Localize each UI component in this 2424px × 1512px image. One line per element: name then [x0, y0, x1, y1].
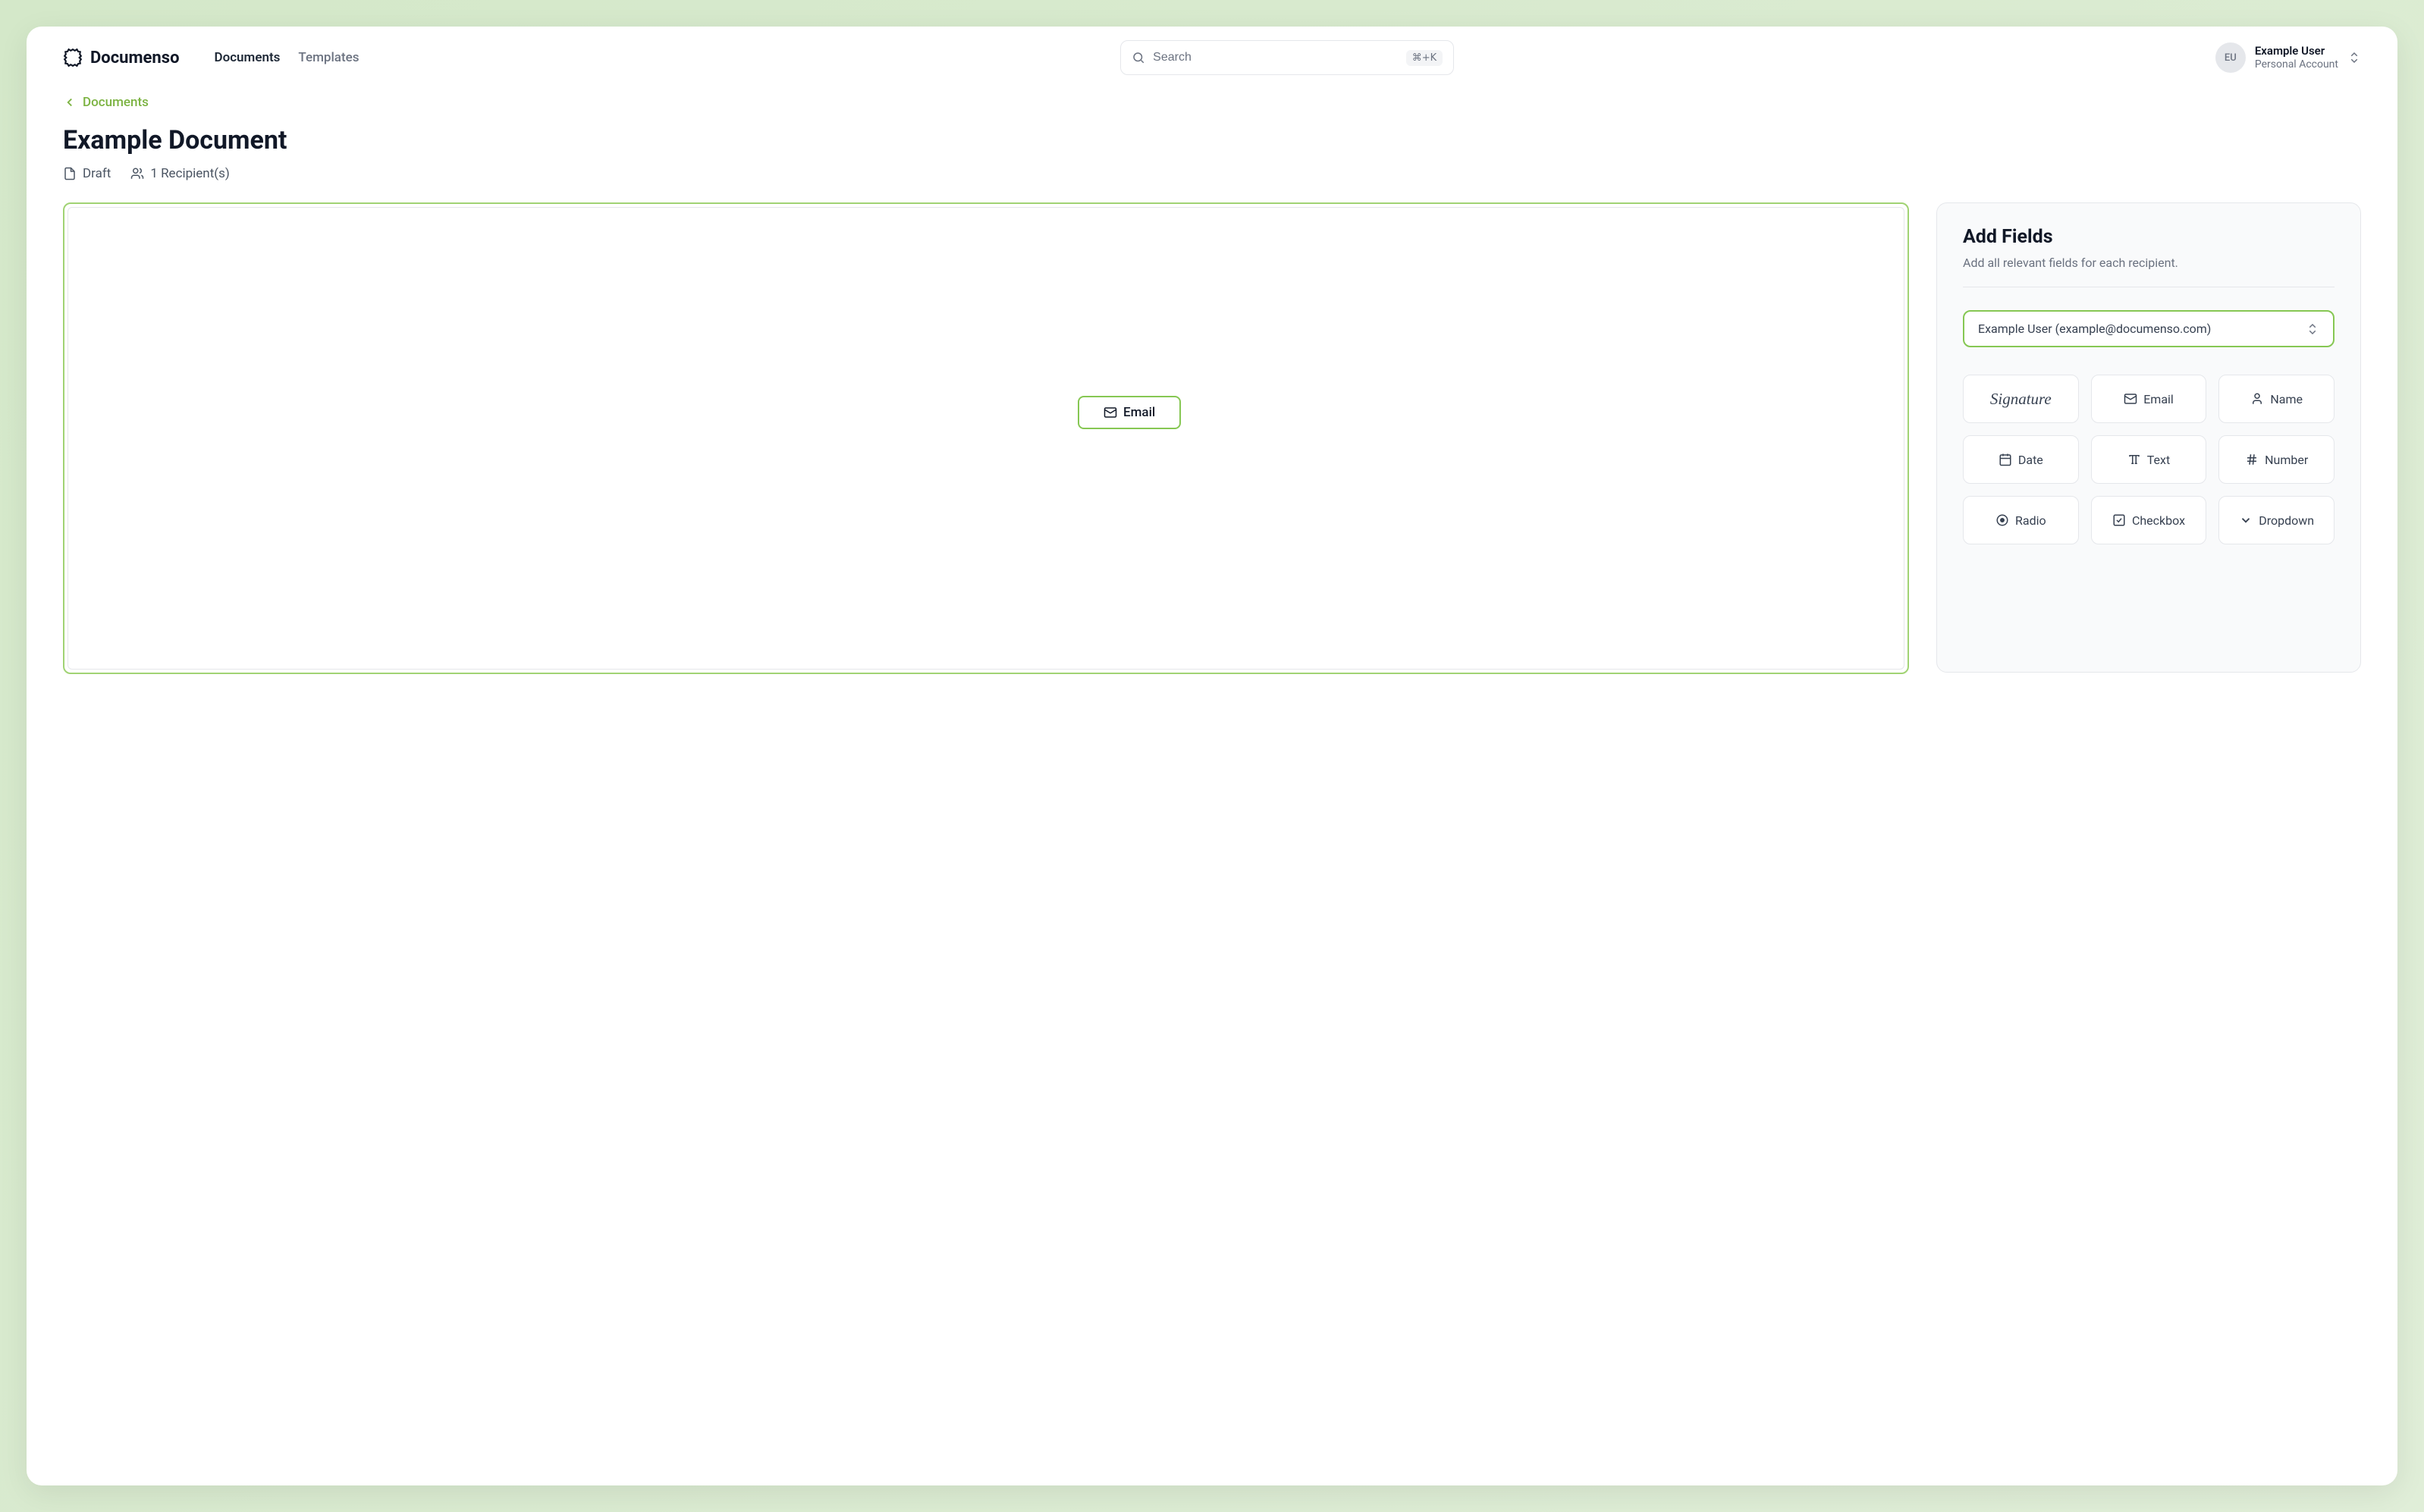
placed-field-email[interactable]: Email — [1078, 396, 1181, 429]
chevron-down-icon — [2239, 513, 2253, 527]
topbar: Documenso Documents Templates ⌘+K EU Exa… — [27, 27, 2397, 89]
document-canvas[interactable]: Email — [63, 202, 1909, 674]
meta-row: Draft 1 Recipient(s) — [63, 166, 2361, 181]
search-icon — [1132, 51, 1145, 64]
field-date-label: Date — [2018, 453, 2043, 467]
recipients-label: 1 Recipient(s) — [150, 166, 229, 181]
placed-field-label: Email — [1123, 405, 1155, 420]
breadcrumb-label: Documents — [83, 95, 149, 110]
recipients-info: 1 Recipient(s) — [130, 166, 229, 181]
field-text-label: Text — [2147, 453, 2170, 467]
chevron-left-icon — [63, 96, 77, 109]
user-info: Example User Personal Account — [2255, 44, 2338, 71]
search-input[interactable] — [1153, 51, 1399, 64]
field-name-label: Name — [2270, 392, 2303, 406]
signature-label: Signature — [1990, 390, 2052, 409]
search-box[interactable]: ⌘+K — [1120, 40, 1454, 75]
status-label: Draft — [83, 166, 111, 181]
field-date[interactable]: Date — [1963, 435, 2079, 484]
user-menu[interactable]: EU Example User Personal Account — [2215, 42, 2361, 73]
panel-subtitle: Add all relevant fields for each recipie… — [1963, 256, 2335, 287]
field-dropdown[interactable]: Dropdown — [2218, 496, 2335, 544]
nav-templates[interactable]: Templates — [298, 50, 359, 65]
radio-icon — [1995, 513, 2009, 527]
field-checkbox-label: Checkbox — [2132, 513, 2185, 528]
field-checkbox[interactable]: Checkbox — [2091, 496, 2207, 544]
file-icon — [63, 167, 77, 180]
chevron-updown-icon — [2306, 322, 2319, 336]
chevron-updown-icon — [2347, 51, 2361, 64]
users-icon — [130, 167, 144, 180]
search-shortcut: ⌘+K — [1406, 50, 1443, 66]
page-title: Example Document — [63, 125, 2361, 155]
user-icon — [2250, 392, 2264, 406]
user-account: Personal Account — [2255, 58, 2338, 72]
panel-title: Add Fields — [1963, 226, 2335, 248]
search-container: ⌘+K — [381, 40, 2192, 75]
field-text[interactable]: Text — [2091, 435, 2207, 484]
nav-links: Documents Templates — [215, 50, 360, 65]
hash-icon — [2245, 453, 2259, 466]
field-number[interactable]: Number — [2218, 435, 2335, 484]
field-email-label: Email — [2143, 392, 2174, 406]
document-inner[interactable]: Email — [68, 207, 1904, 670]
content: Documents Example Document Draft 1 Recip… — [27, 89, 2397, 674]
field-name[interactable]: Name — [2218, 375, 2335, 423]
recipient-select-value: Example User (example@documenso.com) — [1978, 322, 2211, 336]
app-frame: Documenso Documents Templates ⌘+K EU Exa… — [27, 27, 2397, 1485]
nav-documents[interactable]: Documents — [215, 50, 281, 65]
field-email[interactable]: Email — [2091, 375, 2207, 423]
add-fields-panel: Add Fields Add all relevant fields for e… — [1936, 202, 2361, 673]
mail-icon — [1104, 406, 1117, 419]
logo[interactable]: Documenso — [63, 48, 180, 67]
avatar: EU — [2215, 42, 2246, 73]
status-badge: Draft — [63, 166, 111, 181]
main-layout: Email Add Fields Add all relevant fields… — [63, 202, 2361, 674]
field-radio-label: Radio — [2015, 513, 2046, 528]
field-number-label: Number — [2265, 453, 2308, 467]
field-dropdown-label: Dropdown — [2259, 513, 2314, 528]
user-name: Example User — [2255, 44, 2338, 58]
recipient-select[interactable]: Example User (example@documenso.com) — [1963, 310, 2335, 347]
field-radio[interactable]: Radio — [1963, 496, 2079, 544]
logo-text: Documenso — [90, 49, 180, 67]
field-signature[interactable]: Signature — [1963, 375, 2079, 423]
documenso-logo-icon — [63, 48, 83, 67]
type-icon — [2127, 453, 2141, 466]
checkbox-icon — [2112, 513, 2126, 527]
calendar-icon — [1999, 453, 2012, 466]
breadcrumb[interactable]: Documents — [63, 95, 2361, 110]
fields-grid: Signature Email Name — [1963, 375, 2335, 544]
mail-icon — [2124, 392, 2137, 406]
